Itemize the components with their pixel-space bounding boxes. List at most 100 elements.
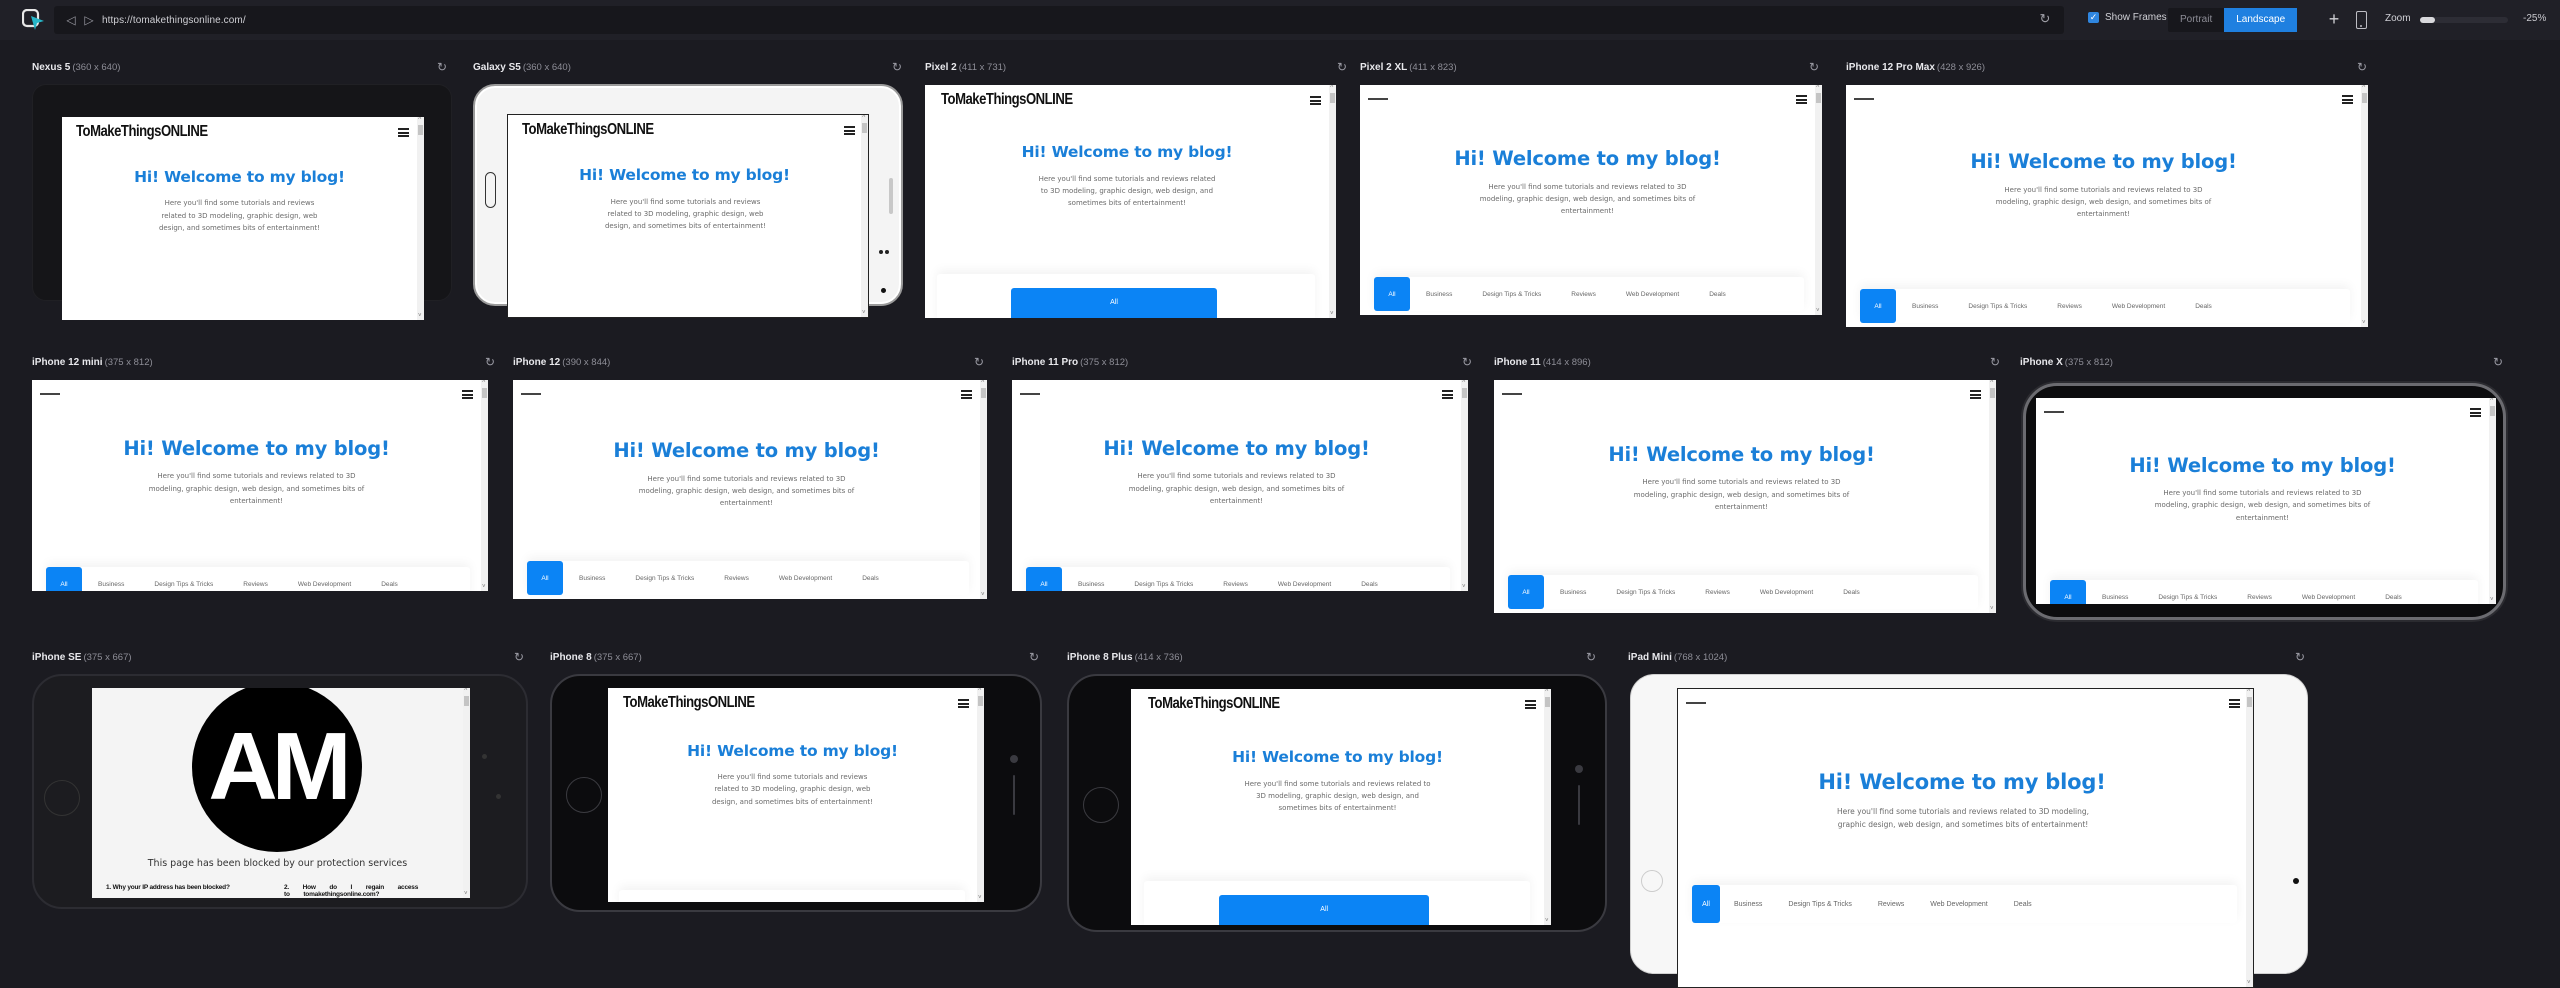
zoom-slider[interactable] <box>2420 17 2508 23</box>
scrollbar-thumb[interactable] <box>1990 388 1995 398</box>
category-tab-all[interactable]: All <box>1026 567 1062 591</box>
hamburger-menu-icon[interactable] <box>844 126 855 135</box>
rotate-device-icon[interactable]: ↻ <box>1334 60 1350 76</box>
faq-question-2[interactable]: 2. How do I regain access to tomakething… <box>284 884 434 898</box>
home-button[interactable] <box>1083 787 1119 823</box>
category-tab-design-tips-tricks[interactable]: Design Tips & Tricks <box>635 575 694 582</box>
site-logo[interactable]: ToMakeThingsONLINE <box>76 123 208 141</box>
category-tab-deals[interactable]: Deals <box>2014 901 2032 908</box>
hamburger-menu-icon[interactable] <box>961 390 972 399</box>
site-logo[interactable]: ToMakeThingsONLINE <box>1686 702 1706 704</box>
page-scrollbar[interactable] <box>417 117 424 320</box>
site-logo[interactable]: ToMakeThingsONLINE <box>521 393 541 395</box>
scrollbar-thumb[interactable] <box>1816 93 1821 103</box>
rotate-device-icon[interactable]: ↻ <box>1987 355 2003 371</box>
category-tab-reviews[interactable]: Reviews <box>1571 291 1596 298</box>
home-button[interactable] <box>485 172 496 208</box>
scrollbar-thumb[interactable] <box>1462 388 1467 398</box>
page-scrollbar[interactable] <box>2246 689 2253 987</box>
page-scrollbar[interactable] <box>1544 689 1551 925</box>
category-tab-business[interactable]: Business <box>1734 901 1762 908</box>
category-tab-design-tips-tricks[interactable]: Design Tips & Tricks <box>1616 589 1675 596</box>
category-tab-business[interactable]: Business <box>2102 594 2128 601</box>
rotate-device-icon[interactable]: ↻ <box>511 650 527 666</box>
category-tab-all[interactable]: All <box>1860 289 1896 323</box>
category-tab-reviews[interactable]: Reviews <box>724 575 749 582</box>
category-tab-web-development[interactable]: Web Development <box>1930 901 1987 908</box>
rotate-device-icon[interactable]: ↻ <box>482 355 498 371</box>
rotate-device-icon[interactable]: ↻ <box>434 60 450 76</box>
scrollbar-thumb[interactable] <box>2247 697 2252 707</box>
scrollbar-thumb[interactable] <box>1330 93 1335 103</box>
rotate-device-icon[interactable]: ↻ <box>1583 650 1599 666</box>
page-scrollbar[interactable] <box>2489 398 2496 604</box>
category-tab-reviews[interactable]: Reviews <box>1705 589 1730 596</box>
hamburger-menu-icon[interactable] <box>1525 700 1536 709</box>
page-scrollbar[interactable] <box>980 380 987 599</box>
category-tab-reviews[interactable]: Reviews <box>243 581 268 588</box>
category-tab-reviews[interactable]: Reviews <box>1878 901 1904 908</box>
category-tab-all[interactable]: All <box>527 561 563 595</box>
rotate-device-icon[interactable]: ↻ <box>971 355 987 371</box>
page-scrollbar[interactable] <box>861 115 868 317</box>
category-tab-deals[interactable]: Deals <box>862 575 879 582</box>
category-tab-all[interactable]: All <box>1011 288 1217 318</box>
category-tab-deals[interactable]: Deals <box>1843 589 1860 596</box>
home-button[interactable] <box>44 780 80 816</box>
category-tab-all[interactable]: All <box>1374 277 1410 311</box>
category-tab-all[interactable]: All <box>46 567 82 591</box>
landscape-button[interactable]: Landscape <box>2224 8 2298 32</box>
category-tab-deals[interactable]: Deals <box>1709 291 1726 298</box>
category-tab-business[interactable]: Business <box>1912 303 1938 310</box>
category-tab-business[interactable]: Business <box>579 575 605 582</box>
scrollbar-thumb[interactable] <box>2490 406 2495 416</box>
scrollbar-thumb[interactable] <box>978 696 983 706</box>
app-logo-icon[interactable] <box>22 9 46 31</box>
site-logo[interactable]: ToMakeThingsONLINE <box>1368 98 1388 100</box>
hamburger-menu-icon[interactable] <box>1970 390 1981 399</box>
category-tab-all[interactable]: All <box>2050 580 2086 604</box>
site-logo[interactable]: ToMakeThingsONLINE <box>1020 393 1040 395</box>
url-input[interactable]: https://tomakethingsonline.com/ <box>102 15 246 26</box>
page-scrollbar[interactable] <box>2361 85 2368 327</box>
plus-icon[interactable]: + <box>2324 8 2344 32</box>
category-tab-reviews[interactable]: Reviews <box>2057 303 2082 310</box>
device-phone-icon[interactable] <box>2356 11 2367 29</box>
hamburger-menu-icon[interactable] <box>2470 408 2481 417</box>
category-tab-all[interactable]: All <box>1508 575 1544 609</box>
category-tab-design-tips-tricks[interactable]: Design Tips & Tricks <box>154 581 213 588</box>
category-tab-reviews[interactable]: Reviews <box>1223 581 1248 588</box>
site-logo[interactable]: ToMakeThingsONLINE <box>2044 411 2064 413</box>
page-scrollbar[interactable] <box>1815 85 1822 315</box>
category-tab-reviews[interactable]: Reviews <box>2247 594 2272 601</box>
hamburger-menu-icon[interactable] <box>958 699 969 708</box>
site-logo[interactable]: ToMakeThingsONLINE <box>1148 695 1280 713</box>
hamburger-menu-icon[interactable] <box>2342 95 2353 104</box>
category-tab-all[interactable]: All <box>1219 895 1430 925</box>
scrollbar-thumb[interactable] <box>1545 697 1550 707</box>
scrollbar-thumb[interactable] <box>482 388 487 398</box>
back-arrow-icon[interactable]: ◁ <box>62 11 80 29</box>
rotate-device-icon[interactable]: ↻ <box>1459 355 1475 371</box>
scrollbar-thumb[interactable] <box>862 123 867 133</box>
category-tab-web-development[interactable]: Web Development <box>1760 589 1813 596</box>
hamburger-menu-icon[interactable] <box>462 390 473 399</box>
url-bar[interactable]: ◁ ▷ https://tomakethingsonline.com/ ↻ <box>54 6 2064 34</box>
category-tab-design-tips-tricks[interactable]: Design Tips & Tricks <box>2158 594 2217 601</box>
site-logo[interactable]: ToMakeThingsONLINE <box>941 91 1073 109</box>
hamburger-menu-icon[interactable] <box>398 128 409 137</box>
site-logo[interactable]: ToMakeThingsONLINE <box>40 393 60 395</box>
checkbox-checked-icon[interactable]: ✓ <box>2088 12 2099 23</box>
category-tab-business[interactable]: Business <box>1560 589 1586 596</box>
page-scrollbar[interactable] <box>463 688 470 898</box>
category-tab-web-development[interactable]: Web Development <box>2112 303 2165 310</box>
rotate-device-icon[interactable]: ↻ <box>889 60 905 76</box>
category-tab-design-tips-tricks[interactable]: Design Tips & Tricks <box>1968 303 2027 310</box>
forward-arrow-icon[interactable]: ▷ <box>80 11 98 29</box>
scrollbar-thumb[interactable] <box>981 388 986 398</box>
show-frames-toggle[interactable]: ✓ Show Frames <box>2088 12 2167 23</box>
faq-question-1[interactable]: 1. Why your IP address has been blocked? <box>106 884 230 891</box>
page-scrollbar[interactable] <box>1329 85 1336 318</box>
page-scrollbar[interactable] <box>481 380 488 591</box>
category-tab-business[interactable]: Business <box>1078 581 1104 588</box>
